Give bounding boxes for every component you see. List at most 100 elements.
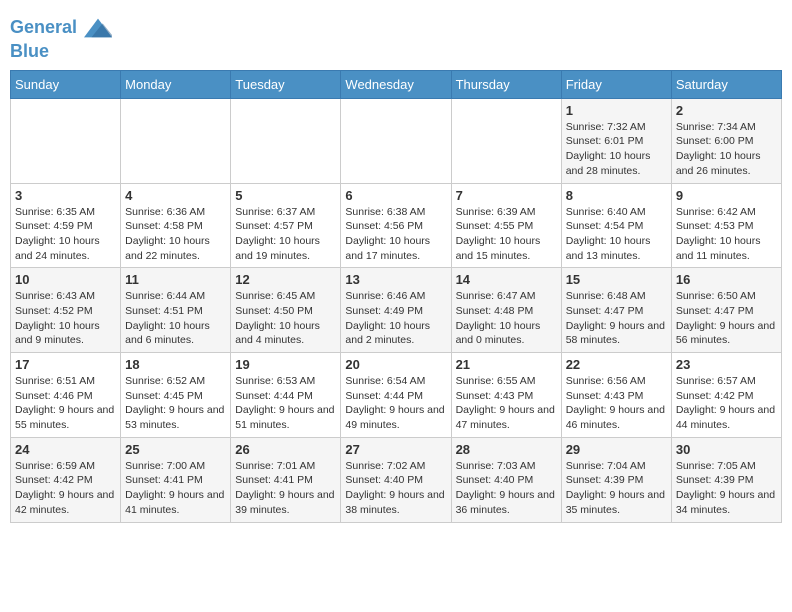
- header: General Blue: [10, 10, 782, 62]
- day-number: 3: [15, 188, 116, 203]
- calendar-cell: 27 Sunrise: 7:02 AMSunset: 4:40 PMDayligh…: [341, 437, 451, 522]
- day-number: 8: [566, 188, 667, 203]
- day-number: 18: [125, 357, 226, 372]
- day-number: 24: [15, 442, 116, 457]
- day-info: Sunrise: 7:02 AMSunset: 4:40 PMDaylight:…: [345, 459, 446, 518]
- day-number: 28: [456, 442, 557, 457]
- calendar-cell: 18 Sunrise: 6:52 AMSunset: 4:45 PMDayligh…: [121, 353, 231, 438]
- day-info: Sunrise: 6:59 AMSunset: 4:42 PMDaylight:…: [15, 459, 116, 518]
- day-info: Sunrise: 6:39 AMSunset: 4:55 PMDaylight:…: [456, 205, 557, 264]
- day-number: 9: [676, 188, 777, 203]
- weekday-header-thursday: Thursday: [451, 70, 561, 98]
- day-number: 27: [345, 442, 446, 457]
- calendar-cell: 19 Sunrise: 6:53 AMSunset: 4:44 PMDayligh…: [231, 353, 341, 438]
- day-info: Sunrise: 6:53 AMSunset: 4:44 PMDaylight:…: [235, 374, 336, 433]
- day-number: 6: [345, 188, 446, 203]
- day-number: 13: [345, 272, 446, 287]
- day-number: 17: [15, 357, 116, 372]
- day-info: Sunrise: 6:47 AMSunset: 4:48 PMDaylight:…: [456, 289, 557, 348]
- calendar-cell: 29 Sunrise: 7:04 AMSunset: 4:39 PMDayligh…: [561, 437, 671, 522]
- calendar: SundayMondayTuesdayWednesdayThursdayFrid…: [10, 70, 782, 523]
- day-number: 5: [235, 188, 336, 203]
- day-number: 2: [676, 103, 777, 118]
- day-number: 1: [566, 103, 667, 118]
- day-info: Sunrise: 7:32 AMSunset: 6:01 PMDaylight:…: [566, 120, 667, 179]
- day-number: 20: [345, 357, 446, 372]
- day-info: Sunrise: 6:55 AMSunset: 4:43 PMDaylight:…: [456, 374, 557, 433]
- day-number: 4: [125, 188, 226, 203]
- logo-text: General: [10, 14, 112, 42]
- calendar-cell: 23 Sunrise: 6:57 AMSunset: 4:42 PMDayligh…: [671, 353, 781, 438]
- calendar-cell: [121, 98, 231, 183]
- weekday-header-sunday: Sunday: [11, 70, 121, 98]
- day-number: 23: [676, 357, 777, 372]
- calendar-cell: 2 Sunrise: 7:34 AMSunset: 6:00 PMDaylight…: [671, 98, 781, 183]
- week-row-1: 1 Sunrise: 7:32 AMSunset: 6:01 PMDaylight…: [11, 98, 782, 183]
- weekday-header-row: SundayMondayTuesdayWednesdayThursdayFrid…: [11, 70, 782, 98]
- calendar-cell: 11 Sunrise: 6:44 AMSunset: 4:51 PMDayligh…: [121, 268, 231, 353]
- day-info: Sunrise: 7:04 AMSunset: 4:39 PMDaylight:…: [566, 459, 667, 518]
- day-info: Sunrise: 6:43 AMSunset: 4:52 PMDaylight:…: [15, 289, 116, 348]
- day-info: Sunrise: 6:54 AMSunset: 4:44 PMDaylight:…: [345, 374, 446, 433]
- day-number: 21: [456, 357, 557, 372]
- week-row-2: 3 Sunrise: 6:35 AMSunset: 4:59 PMDaylight…: [11, 183, 782, 268]
- day-info: Sunrise: 7:00 AMSunset: 4:41 PMDaylight:…: [125, 459, 226, 518]
- day-info: Sunrise: 6:50 AMSunset: 4:47 PMDaylight:…: [676, 289, 777, 348]
- day-number: 29: [566, 442, 667, 457]
- calendar-cell: [341, 98, 451, 183]
- logo: General Blue: [10, 14, 112, 62]
- calendar-cell: 22Sunrise: 6:56 AMSunset: 4:43 PMDayligh…: [561, 353, 671, 438]
- day-info: Sunrise: 6:57 AMSunset: 4:42 PMDaylight:…: [676, 374, 777, 433]
- calendar-cell: 24 Sunrise: 6:59 AMSunset: 4:42 PMDayligh…: [11, 437, 121, 522]
- day-number: 12: [235, 272, 336, 287]
- weekday-header-monday: Monday: [121, 70, 231, 98]
- week-row-5: 24 Sunrise: 6:59 AMSunset: 4:42 PMDayligh…: [11, 437, 782, 522]
- calendar-cell: 15 Sunrise: 6:48 AMSunset: 4:47 PMDayligh…: [561, 268, 671, 353]
- day-number: 16: [676, 272, 777, 287]
- day-info: Sunrise: 7:03 AMSunset: 4:40 PMDaylight:…: [456, 459, 557, 518]
- week-row-4: 17 Sunrise: 6:51 AMSunset: 4:46 PMDayligh…: [11, 353, 782, 438]
- day-info: Sunrise: 6:45 AMSunset: 4:50 PMDaylight:…: [235, 289, 336, 348]
- day-number: 11: [125, 272, 226, 287]
- calendar-cell: 21 Sunrise: 6:55 AMSunset: 4:43 PMDayligh…: [451, 353, 561, 438]
- calendar-cell: 5 Sunrise: 6:37 AMSunset: 4:57 PMDaylight…: [231, 183, 341, 268]
- calendar-cell: [451, 98, 561, 183]
- calendar-cell: 10 Sunrise: 6:43 AMSunset: 4:52 PMDayligh…: [11, 268, 121, 353]
- day-number: 10: [15, 272, 116, 287]
- day-number: 22: [566, 357, 667, 372]
- day-info: Sunrise: 7:34 AMSunset: 6:00 PMDaylight:…: [676, 120, 777, 179]
- day-info: Sunrise: 6:35 AMSunset: 4:59 PMDaylight:…: [15, 205, 116, 264]
- calendar-cell: [231, 98, 341, 183]
- calendar-cell: 14 Sunrise: 6:47 AMSunset: 4:48 PMDayligh…: [451, 268, 561, 353]
- calendar-cell: 25 Sunrise: 7:00 AMSunset: 4:41 PMDayligh…: [121, 437, 231, 522]
- day-number: 25: [125, 442, 226, 457]
- calendar-cell: 30 Sunrise: 7:05 AMSunset: 4:39 PMDayligh…: [671, 437, 781, 522]
- day-info: Sunrise: 6:36 AMSunset: 4:58 PMDaylight:…: [125, 205, 226, 264]
- day-info: Sunrise: 6:51 AMSunset: 4:46 PMDaylight:…: [15, 374, 116, 433]
- calendar-cell: 20 Sunrise: 6:54 AMSunset: 4:44 PMDayligh…: [341, 353, 451, 438]
- day-number: 15: [566, 272, 667, 287]
- day-number: 26: [235, 442, 336, 457]
- day-info: Sunrise: 7:01 AMSunset: 4:41 PMDaylight:…: [235, 459, 336, 518]
- calendar-cell: 17 Sunrise: 6:51 AMSunset: 4:46 PMDayligh…: [11, 353, 121, 438]
- calendar-cell: 7 Sunrise: 6:39 AMSunset: 4:55 PMDaylight…: [451, 183, 561, 268]
- day-number: 30: [676, 442, 777, 457]
- calendar-cell: 28 Sunrise: 7:03 AMSunset: 4:40 PMDayligh…: [451, 437, 561, 522]
- day-info: Sunrise: 6:46 AMSunset: 4:49 PMDaylight:…: [345, 289, 446, 348]
- day-info: Sunrise: 7:05 AMSunset: 4:39 PMDaylight:…: [676, 459, 777, 518]
- day-info: Sunrise: 6:48 AMSunset: 4:47 PMDaylight:…: [566, 289, 667, 348]
- day-info: Sunrise: 6:37 AMSunset: 4:57 PMDaylight:…: [235, 205, 336, 264]
- day-number: 19: [235, 357, 336, 372]
- weekday-header-saturday: Saturday: [671, 70, 781, 98]
- day-info: Sunrise: 6:44 AMSunset: 4:51 PMDaylight:…: [125, 289, 226, 348]
- day-info: Sunrise: 6:52 AMSunset: 4:45 PMDaylight:…: [125, 374, 226, 433]
- day-number: 14: [456, 272, 557, 287]
- weekday-header-tuesday: Tuesday: [231, 70, 341, 98]
- weekday-header-wednesday: Wednesday: [341, 70, 451, 98]
- day-info: Sunrise: 6:38 AMSunset: 4:56 PMDaylight:…: [345, 205, 446, 264]
- day-number: 7: [456, 188, 557, 203]
- day-info: Sunrise: 6:40 AMSunset: 4:54 PMDaylight:…: [566, 205, 667, 264]
- calendar-cell: 1 Sunrise: 7:32 AMSunset: 6:01 PMDaylight…: [561, 98, 671, 183]
- calendar-cell: 9Sunrise: 6:42 AMSunset: 4:53 PMDaylight…: [671, 183, 781, 268]
- calendar-cell: 13 Sunrise: 6:46 AMSunset: 4:49 PMDayligh…: [341, 268, 451, 353]
